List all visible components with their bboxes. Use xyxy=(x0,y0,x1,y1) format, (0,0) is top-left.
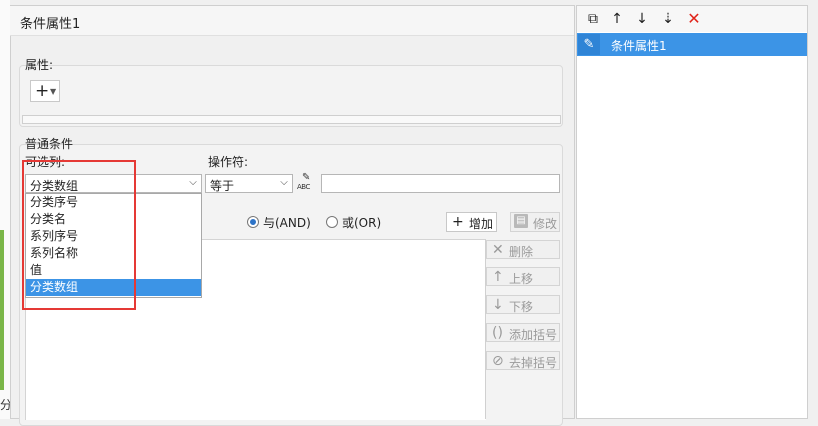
annotation-highlight-box xyxy=(22,160,136,310)
chevron-down-icon: ▼ xyxy=(50,87,57,96)
radio-or[interactable] xyxy=(326,216,338,228)
window-edge xyxy=(808,0,818,419)
close-icon[interactable]: ✕ xyxy=(685,10,703,28)
add-property-button[interactable]: + ▼ xyxy=(30,80,60,102)
close-icon: ✕ xyxy=(492,242,504,258)
background-text: 分 xyxy=(0,398,10,412)
edit-button-label: 修改 xyxy=(533,217,558,231)
operator-select[interactable]: 等于 ⌵ xyxy=(205,174,293,193)
plus-icon: + xyxy=(452,214,464,230)
dialog-title: 条件属性1 xyxy=(20,17,81,32)
value-input[interactable] xyxy=(321,174,560,193)
copy-icon[interactable]: ⧉ xyxy=(584,10,602,28)
radio-or-label[interactable]: 或(OR) xyxy=(342,214,381,231)
arrow-down-icon: ↓ xyxy=(492,297,504,313)
arrow-up-icon: ↑ xyxy=(492,269,504,285)
move-down-button-label: 下移 xyxy=(509,300,534,314)
remove-brackets-icon: ⊘ xyxy=(492,353,504,369)
chevron-down-icon[interactable]: ⌵ xyxy=(185,175,201,192)
arrow-up-icon[interactable]: ↑ xyxy=(608,10,626,28)
brackets-icon: () xyxy=(492,325,503,341)
dialog-header xyxy=(10,6,574,36)
operator-label: 操作符: xyxy=(208,155,249,169)
edit-icon: ▤ xyxy=(514,214,528,228)
normal-conditions-label: 普通条件 xyxy=(25,137,74,151)
add-bracket-button[interactable]: () 添加括号 xyxy=(486,323,560,342)
add-button-label: 增加 xyxy=(469,217,494,231)
remove-bracket-button-label: 去掉括号 xyxy=(509,356,558,370)
operator-select-value: 等于 xyxy=(210,179,235,193)
condition-list-panel xyxy=(576,5,808,419)
delete-button[interactable]: ✕ 删除 xyxy=(486,240,560,259)
arrow-down-icon[interactable]: ↓ xyxy=(633,10,651,28)
abc-text: ABC xyxy=(297,183,310,191)
chevron-down-icon[interactable]: ⌵ xyxy=(276,175,292,192)
formula-type-icon[interactable]: ✎ ABC xyxy=(297,172,317,192)
list-item-label[interactable]: 条件属性1 xyxy=(611,37,667,54)
properties-scrollbar[interactable] xyxy=(22,115,561,124)
move-up-button[interactable]: ↑ 上移 xyxy=(486,267,560,286)
edit-button[interactable]: ▤ 修改 xyxy=(510,212,560,232)
radio-and[interactable] xyxy=(247,216,259,228)
background-accent xyxy=(0,230,4,390)
add-bracket-button-label: 添加括号 xyxy=(509,328,558,342)
move-down-button[interactable]: ↓ 下移 xyxy=(486,295,560,314)
pencil-icon[interactable]: ✎ xyxy=(578,34,600,55)
sort-down-icon[interactable]: ⇣ xyxy=(659,10,677,28)
plus-icon: + xyxy=(35,81,50,101)
radio-and-label[interactable]: 与(AND) xyxy=(263,214,311,231)
add-button[interactable]: + 增加 xyxy=(446,212,497,232)
remove-bracket-button[interactable]: ⊘ 去掉括号 xyxy=(486,351,560,370)
move-up-button-label: 上移 xyxy=(509,272,534,286)
delete-button-label: 删除 xyxy=(509,245,534,259)
pencil-icon: ✎ xyxy=(302,172,311,183)
properties-label: 属性: xyxy=(25,58,54,72)
